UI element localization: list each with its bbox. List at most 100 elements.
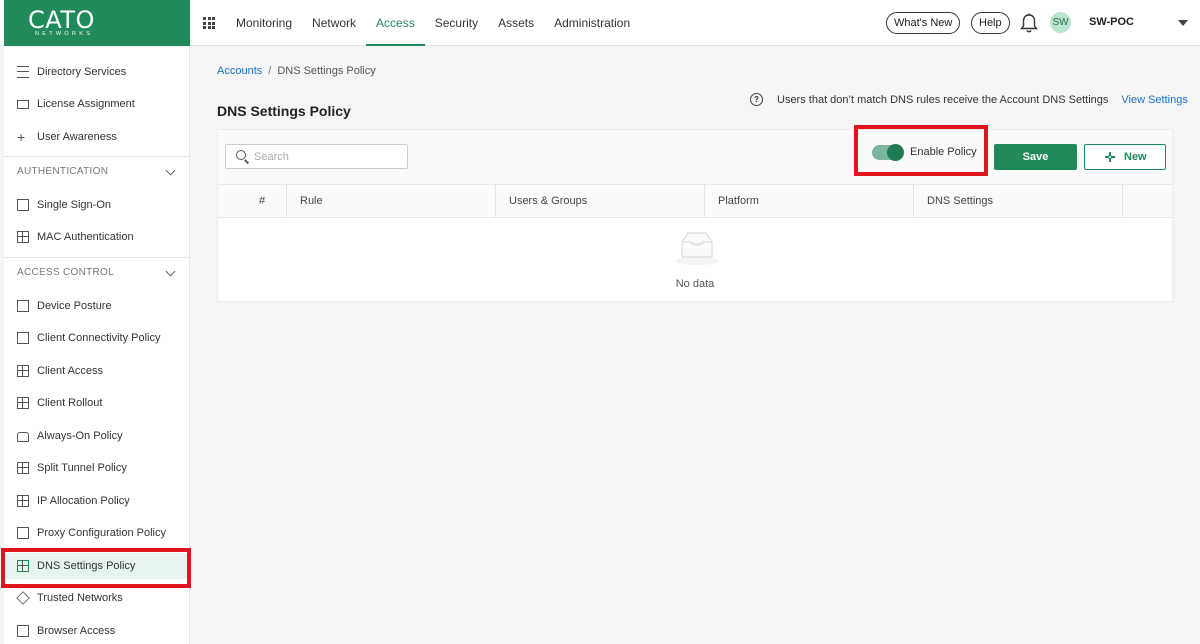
browser-icon	[17, 625, 29, 637]
no-data-text: No data	[675, 278, 715, 290]
device-icon	[17, 300, 29, 312]
sidebar-item-label: Always-On Policy	[37, 430, 123, 442]
sidebar-item-proxy-configuration-policy[interactable]: Proxy Configuration Policy	[4, 520, 190, 546]
lock-icon	[17, 432, 29, 442]
sidebar-item-ip-allocation-policy[interactable]: IP Allocation Policy	[4, 488, 190, 514]
nav-access[interactable]: Access	[366, 0, 425, 46]
whats-new-button[interactable]: What's New	[886, 12, 961, 34]
section-title: ACCESS CONTROL	[17, 267, 114, 278]
license-icon	[17, 99, 29, 109]
checkbox-icon	[17, 199, 29, 211]
column-number[interactable]: #	[218, 185, 287, 218]
ip-allocation-icon	[17, 495, 29, 507]
sidebar-item-split-tunnel-policy[interactable]: Split Tunnel Policy	[4, 455, 190, 481]
grid-icon	[17, 231, 29, 243]
nav-network[interactable]: Network	[302, 0, 366, 46]
breadcrumb-separator: /	[268, 65, 272, 77]
sidebar-item-label: DNS Settings Policy	[37, 560, 136, 572]
nav-assets[interactable]: Assets	[488, 0, 544, 46]
sidebar-item-label: IP Allocation Policy	[37, 495, 130, 507]
enable-policy-toggle[interactable]	[872, 144, 904, 161]
sidebar-item-label: Directory Services	[37, 66, 127, 78]
sidebar-item-label: Client Connectivity Policy	[37, 332, 161, 344]
main-nav: Monitoring Network Access Security Asset…	[226, 0, 640, 46]
plus-icon: +	[17, 129, 26, 145]
info-text: Users that don’t match DNS rules receive…	[777, 93, 1109, 106]
help-button[interactable]: Help	[971, 12, 1010, 34]
section-access-control[interactable]: ACCESS CONTROL	[4, 257, 190, 287]
new-button-label: New	[1124, 151, 1147, 163]
breadcrumb-accounts[interactable]: Accounts	[217, 65, 262, 77]
sidebar-item-label: Trusted Networks	[37, 592, 123, 604]
breadcrumb: Accounts / DNS Settings Policy	[217, 65, 376, 77]
bell-icon[interactable]	[1019, 12, 1039, 34]
column-dns-settings[interactable]: DNS Settings	[914, 185, 1123, 218]
page-title: DNS Settings Policy	[217, 103, 351, 119]
cube-icon	[16, 591, 30, 605]
dns-icon	[17, 560, 29, 572]
column-rule[interactable]: Rule	[287, 185, 496, 218]
breadcrumb-current: DNS Settings Policy	[277, 65, 376, 77]
sidebar-item-client-rollout[interactable]: Client Rollout	[4, 390, 190, 416]
search-input[interactable]	[254, 148, 399, 166]
sidebar-item-label: User Awareness	[37, 131, 117, 143]
sidebar-item-device-posture[interactable]: Device Posture	[4, 293, 190, 319]
column-users-groups[interactable]: Users & Groups	[496, 185, 705, 218]
sidebar-item-label: Proxy Configuration Policy	[37, 527, 167, 539]
sidebar-item-label: Client Access	[37, 365, 104, 377]
cato-logo[interactable]: CATO NETWORKS	[4, 0, 190, 46]
user-avatar[interactable]: SW	[1050, 12, 1071, 33]
question-circle-icon: ?	[750, 93, 763, 106]
toggle-knob	[887, 144, 904, 161]
toolbar: Enable Policy Save New	[218, 130, 1172, 185]
sidebar-item-label: MAC Authentication	[37, 231, 134, 243]
sidebar-item-label: Client Rollout	[37, 397, 103, 409]
new-button[interactable]: New	[1084, 144, 1166, 170]
sidebar-item-label: Browser Access	[37, 625, 116, 637]
view-settings-link[interactable]: View Settings	[1121, 94, 1187, 106]
logo-text: CATO	[28, 6, 95, 34]
search-box[interactable]	[225, 144, 408, 169]
sidebar-item-trusted-networks[interactable]: Trusted Networks	[4, 585, 190, 611]
account-name[interactable]: SW-POC	[1089, 16, 1134, 28]
nav-monitoring[interactable]: Monitoring	[226, 0, 302, 46]
sidebar-item-label: Device Posture	[37, 300, 112, 312]
connectivity-icon	[17, 332, 29, 344]
sidebar-item-client-access[interactable]: Client Access	[4, 358, 190, 384]
sidebar: Directory Services License Assignment + …	[4, 47, 190, 644]
sidebar-item-browser-access[interactable]: Browser Access	[4, 618, 190, 644]
sidebar-item-label: License Assignment	[37, 98, 135, 110]
list-icon	[17, 66, 29, 78]
chevron-down-icon	[165, 165, 176, 176]
sidebar-item-label: Single Sign-On	[37, 199, 111, 211]
sidebar-item-directory-services[interactable]: Directory Services	[4, 59, 190, 85]
section-title: AUTHENTICATION	[17, 166, 109, 177]
column-platform[interactable]: Platform	[705, 185, 914, 218]
chevron-down-icon	[165, 266, 176, 277]
nav-administration[interactable]: Administration	[544, 0, 640, 46]
sidebar-item-always-on-policy[interactable]: Always-On Policy	[4, 423, 190, 449]
nav-security[interactable]: Security	[425, 0, 488, 46]
info-row: ? Users that don’t match DNS rules recei…	[750, 93, 1188, 106]
apps-grid-icon[interactable]	[203, 17, 215, 29]
new-rule-icon	[1105, 152, 1115, 162]
save-button[interactable]: Save	[994, 144, 1077, 170]
table-header: # Rule Users & Groups Platform DNS Setti…	[218, 185, 1172, 218]
proxy-icon	[17, 527, 29, 539]
section-authentication[interactable]: AUTHENTICATION	[4, 156, 190, 186]
empty-inbox-icon	[676, 232, 718, 265]
sidebar-item-license-assignment[interactable]: License Assignment	[4, 91, 190, 117]
sidebar-item-user-awareness[interactable]: + User Awareness	[4, 124, 190, 150]
chevron-down-icon[interactable]	[1178, 20, 1188, 26]
split-tunnel-icon	[17, 462, 29, 474]
sidebar-item-dns-settings-policy[interactable]: DNS Settings Policy	[4, 553, 190, 579]
top-header: CATO NETWORKS Monitoring Network Access …	[0, 0, 1200, 46]
enable-policy-label: Enable Policy	[910, 146, 977, 158]
logo-subtext: NETWORKS	[35, 31, 94, 37]
sidebar-item-label: Split Tunnel Policy	[37, 462, 127, 474]
policy-panel: Enable Policy Save New # Rule Users & Gr…	[217, 129, 1173, 302]
sidebar-item-client-connectivity-policy[interactable]: Client Connectivity Policy	[4, 325, 190, 351]
sidebar-item-mac-authentication[interactable]: MAC Authentication	[4, 224, 190, 250]
search-icon	[236, 150, 246, 160]
sidebar-item-single-sign-on[interactable]: Single Sign-On	[4, 192, 190, 218]
